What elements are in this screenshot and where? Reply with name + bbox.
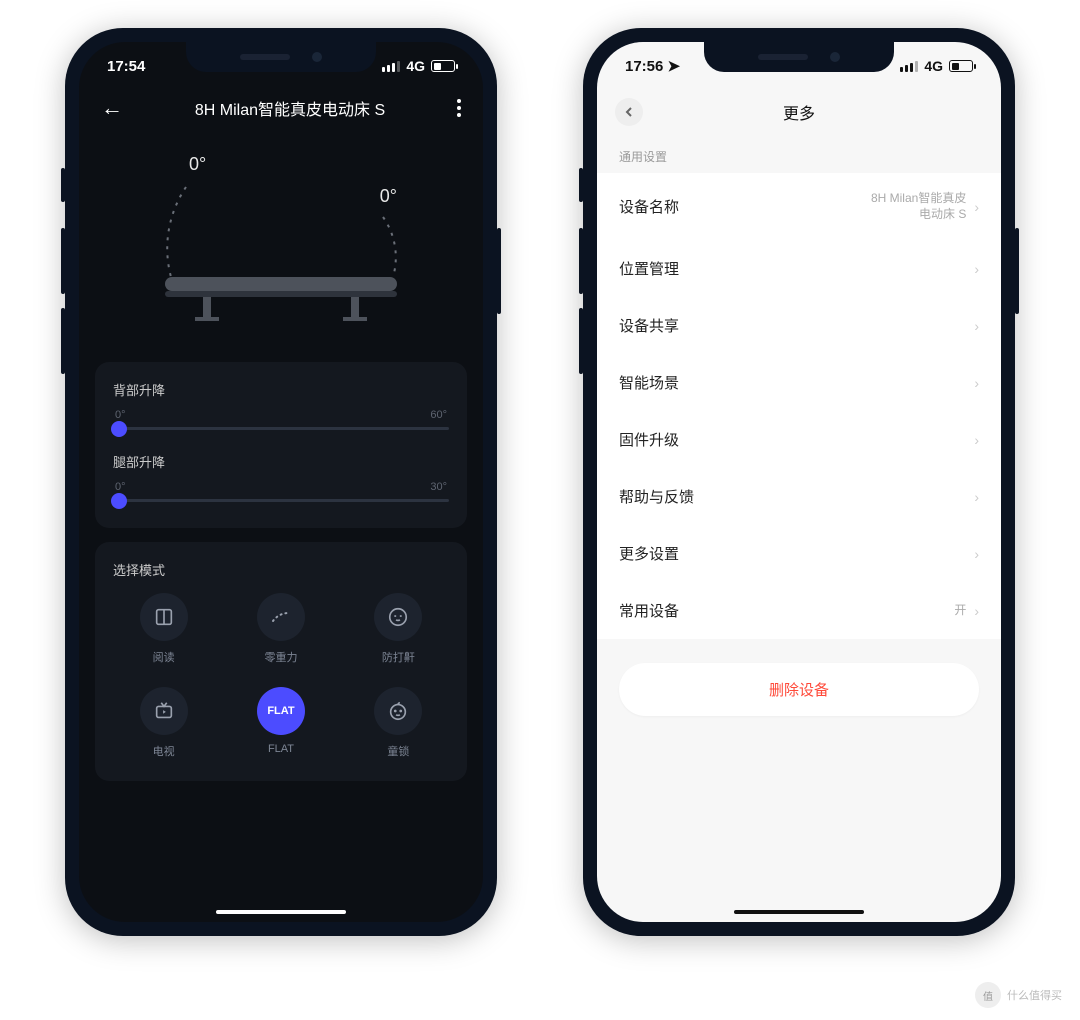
leg-slider-max: 30° <box>430 481 447 493</box>
battery-icon <box>431 60 455 72</box>
row-location[interactable]: 位置管理 › <box>597 240 1001 297</box>
row-label: 智能场景 <box>619 372 679 393</box>
watermark-text: 什么值得买 <box>1007 987 1062 1003</box>
mode-child-lock[interactable]: 童锁 <box>340 687 457 759</box>
network-label: 4G <box>924 58 943 74</box>
back-slider-max: 60° <box>430 409 447 421</box>
book-icon <box>140 593 188 641</box>
page-title: 更多 <box>783 100 815 124</box>
mode-label: 电视 <box>153 743 175 759</box>
chevron-right-icon: › <box>974 317 979 335</box>
status-time: 17:54 <box>107 58 145 75</box>
phone-left: 17:54 4G ← 8H Milan智能真皮电动床 S 0° 0° <box>65 28 497 936</box>
mode-zero-gravity[interactable]: 零重力 <box>222 593 339 665</box>
delete-device-button[interactable]: 删除设备 <box>619 663 979 716</box>
notch <box>704 42 894 72</box>
flat-icon: FLAT <box>257 687 305 735</box>
chevron-right-icon: › <box>974 545 979 563</box>
chevron-right-icon: › <box>974 431 979 449</box>
row-label: 位置管理 <box>619 258 679 279</box>
mode-label: 阅读 <box>153 649 175 665</box>
chevron-right-icon: › <box>974 198 979 216</box>
mode-flat[interactable]: FLAT FLAT <box>222 687 339 759</box>
home-indicator[interactable] <box>216 910 346 914</box>
leg-slider[interactable] <box>113 499 449 502</box>
row-label: 设备名称 <box>619 196 679 217</box>
back-button[interactable] <box>615 98 643 126</box>
row-label: 更多设置 <box>619 543 679 564</box>
row-device-name[interactable]: 设备名称 8H Milan智能真皮 电动床 S › <box>597 173 1001 240</box>
row-label: 固件升级 <box>619 429 679 450</box>
bed-icon <box>131 157 431 337</box>
chevron-right-icon: › <box>974 488 979 506</box>
row-share[interactable]: 设备共享 › <box>597 297 1001 354</box>
notch <box>186 42 376 72</box>
head-angle-label: 0° <box>189 154 206 175</box>
nav-bar: ← 8H Milan智能真皮电动床 S <box>79 90 483 132</box>
child-icon <box>374 687 422 735</box>
page-title: 8H Milan智能真皮电动床 S <box>195 96 385 120</box>
row-firmware[interactable]: 固件升级 › <box>597 411 1001 468</box>
back-slider-min: 0° <box>115 409 126 421</box>
tv-icon <box>140 687 188 735</box>
chevron-right-icon: › <box>974 602 979 620</box>
sleep-face-icon <box>374 593 422 641</box>
row-more-settings[interactable]: 更多设置 › <box>597 525 1001 582</box>
battery-icon <box>949 60 973 72</box>
section-header: 通用设置 <box>597 134 1001 173</box>
mode-label: 防打鼾 <box>382 649 415 665</box>
leg-slider-min: 0° <box>115 481 126 493</box>
mode-label: 童锁 <box>387 743 409 759</box>
row-common-device[interactable]: 常用设备 开 › <box>597 582 1001 639</box>
row-label: 帮助与反馈 <box>619 486 694 507</box>
row-value: 8H Milan智能真皮 电动床 S <box>871 191 966 222</box>
network-label: 4G <box>406 58 425 74</box>
mode-label: FLAT <box>268 743 294 755</box>
back-button[interactable]: ← <box>101 97 123 119</box>
back-slider[interactable] <box>113 427 449 430</box>
status-time: 17:56 <box>625 58 663 75</box>
row-label: 常用设备 <box>619 600 679 621</box>
leg-slider-block: 腿部升降 0° 30° <box>113 452 449 502</box>
watermark-icon: 值 <box>975 982 1001 1008</box>
mode-tv[interactable]: 电视 <box>105 687 222 759</box>
nav-bar: 更多 <box>597 90 1001 134</box>
row-label: 设备共享 <box>619 315 679 336</box>
more-menu-button[interactable] <box>457 99 461 117</box>
watermark: 值 什么值得买 <box>975 982 1062 1008</box>
phone-right: 17:56 ➤ 4G 更多 通用设置 设备名称 8H Milan智能真皮 电动床… <box>583 28 1015 936</box>
row-value: 开 <box>954 603 966 619</box>
back-slider-label: 背部升降 <box>113 380 449 399</box>
bed-illustration: 0° 0° <box>79 132 483 362</box>
modes-card: 选择模式 阅读 零重力 防 <box>95 542 467 781</box>
chevron-right-icon: › <box>974 260 979 278</box>
sliders-card: 背部升降 0° 60° 腿部升降 0° 30° <box>95 362 467 528</box>
chevron-right-icon: › <box>974 374 979 392</box>
signal-icon <box>900 61 918 72</box>
mode-label: 零重力 <box>264 649 297 665</box>
signal-icon <box>382 61 400 72</box>
location-icon: ➤ <box>668 57 681 75</box>
back-slider-block: 背部升降 0° 60° <box>113 380 449 430</box>
mode-anti-snore[interactable]: 防打鼾 <box>340 593 457 665</box>
home-indicator[interactable] <box>734 910 864 914</box>
leg-angle-label: 0° <box>380 186 397 207</box>
wave-icon <box>257 593 305 641</box>
row-scene[interactable]: 智能场景 › <box>597 354 1001 411</box>
leg-slider-label: 腿部升降 <box>113 452 449 471</box>
row-help[interactable]: 帮助与反馈 › <box>597 468 1001 525</box>
modes-header: 选择模式 <box>105 558 457 593</box>
mode-reading[interactable]: 阅读 <box>105 593 222 665</box>
